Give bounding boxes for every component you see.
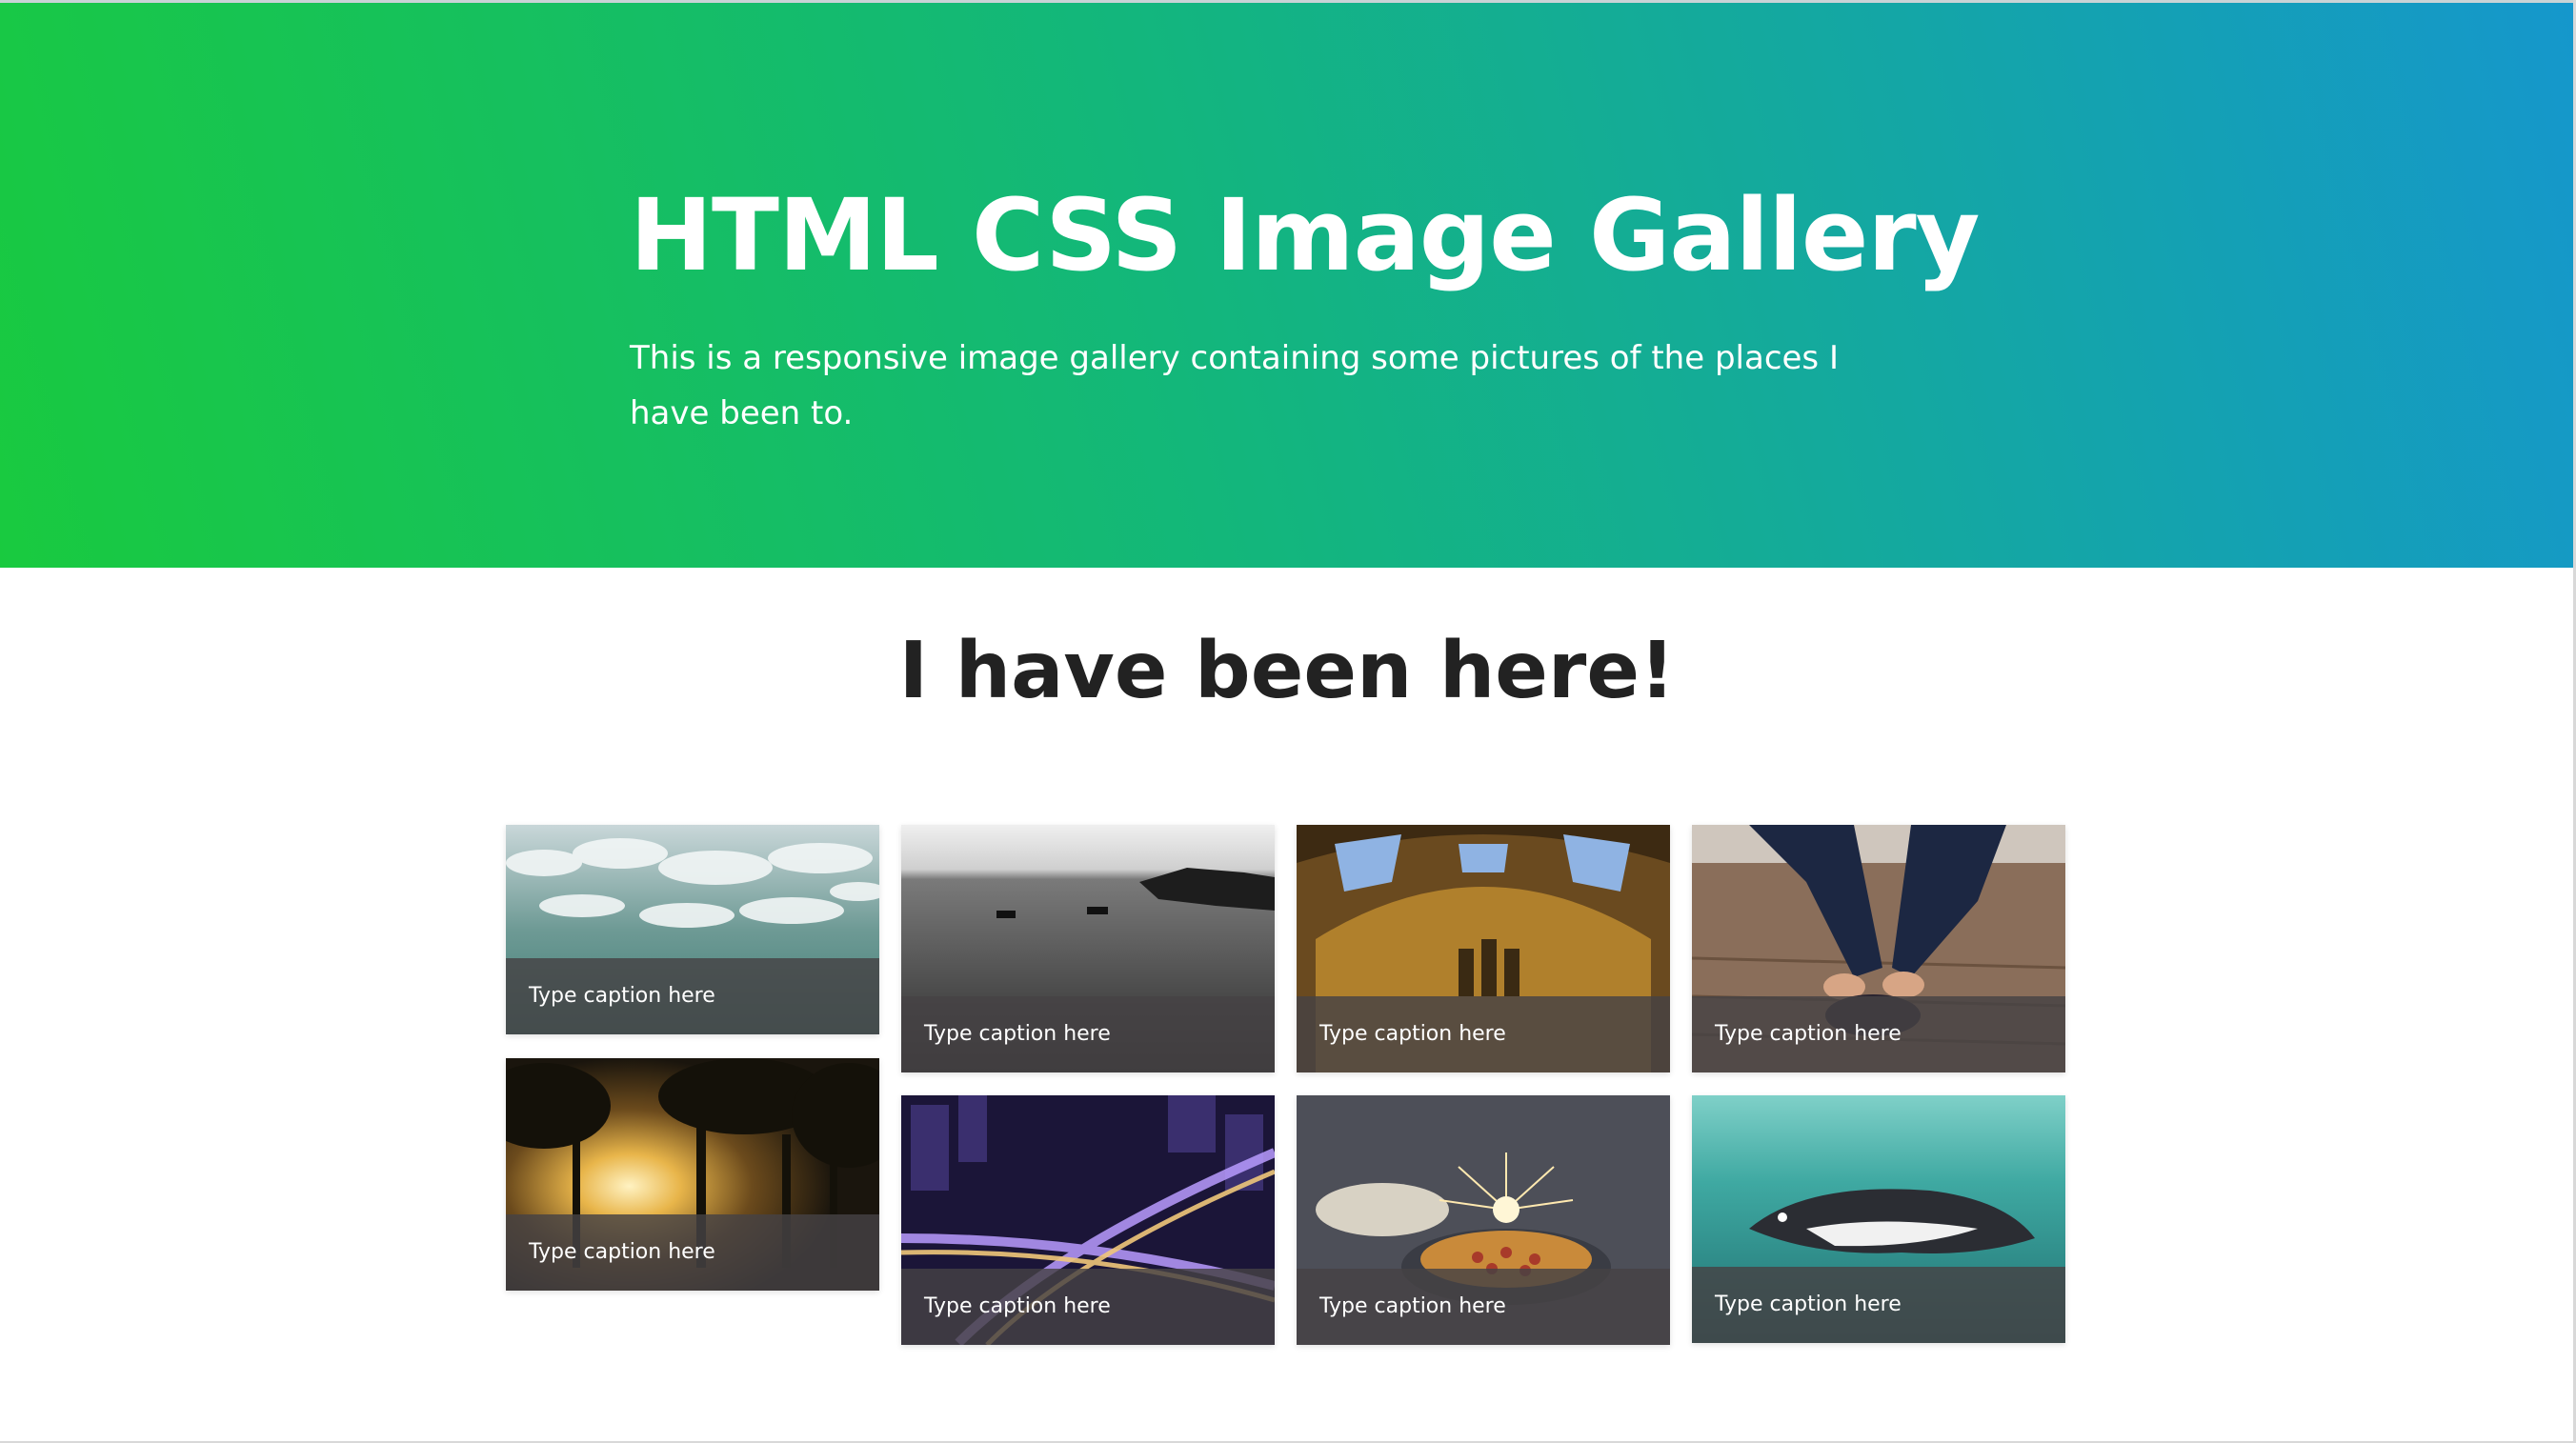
- hero-description: This is a responsive image gallery conta…: [630, 339, 1839, 432]
- gallery-card-forest[interactable]: Type caption here: [506, 1058, 879, 1291]
- gallery-card-ocean[interactable]: Type caption here: [506, 825, 879, 1034]
- gallery-heading: I have been here!: [898, 626, 1676, 716]
- image-caption: Type caption here: [1692, 996, 2065, 1072]
- gallery-card-shoes[interactable]: Type caption here: [1692, 825, 2065, 1072]
- gallery-card-penguin[interactable]: Type caption here: [1692, 1095, 2065, 1343]
- image-caption: Type caption here: [1297, 996, 1670, 1072]
- image-caption: Type caption here: [901, 1269, 1275, 1345]
- image-caption: Type caption here: [1692, 1267, 2065, 1343]
- gallery-card-sea[interactable]: Type caption here: [901, 825, 1275, 1072]
- image-caption: Type caption here: [506, 958, 879, 1034]
- page-title: HTML CSS Image Gallery: [630, 177, 1980, 293]
- gallery-card-city[interactable]: Type caption here: [901, 1095, 1275, 1345]
- gallery-card-museum[interactable]: Type caption here: [1297, 825, 1670, 1072]
- image-caption: Type caption here: [901, 996, 1275, 1072]
- image-caption: Type caption here: [506, 1214, 879, 1291]
- hero-content: HTML CSS Image Gallery This is a respons…: [630, 174, 1980, 441]
- hero-banner: HTML CSS Image Gallery This is a respons…: [0, 3, 2574, 568]
- gallery-card-pie[interactable]: Type caption here: [1297, 1095, 1670, 1345]
- image-caption: Type caption here: [1297, 1269, 1670, 1345]
